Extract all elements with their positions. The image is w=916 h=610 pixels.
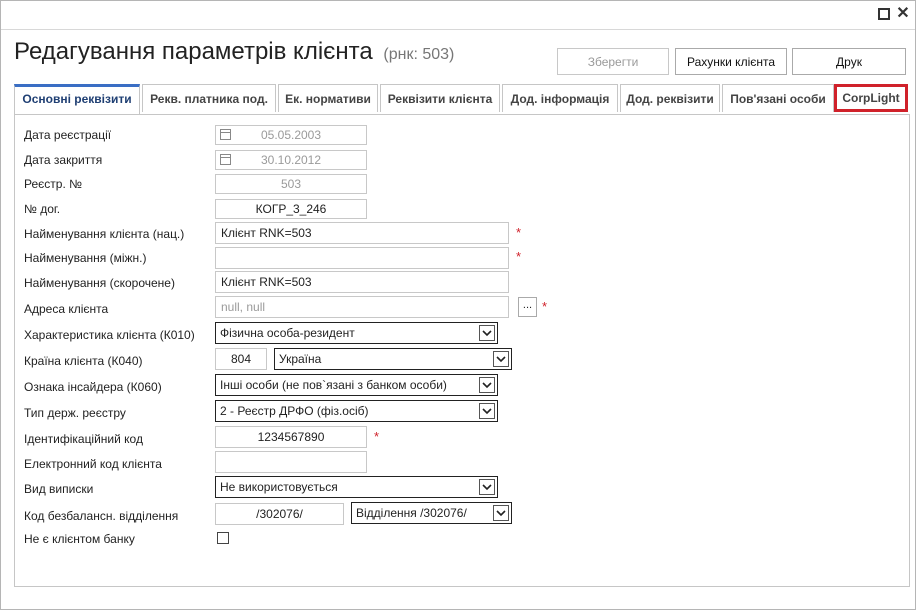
k010-label: Характеристика клієнта (К010) <box>24 328 195 342</box>
tab-corplight[interactable]: CorpLight <box>834 84 908 112</box>
reg-date-value: 05.05.2003 <box>260 128 322 142</box>
close-date-field[interactable]: 30.10.2012 <box>215 150 367 170</box>
calendar-icon[interactable] <box>220 129 231 140</box>
address-label: Адреса клієнта <box>24 302 109 316</box>
not-client-checkbox[interactable] <box>217 532 229 544</box>
k010-value: Фізична особа-резидент <box>220 326 355 340</box>
reg-date-field[interactable]: 05.05.2003 <box>215 125 367 145</box>
chevron-down-icon[interactable] <box>493 351 509 367</box>
chevron-down-icon[interactable] <box>479 377 495 393</box>
chevron-down-icon[interactable] <box>479 403 495 419</box>
page-title-text: Редагування параметрів клієнта <box>14 38 373 65</box>
calendar-icon[interactable] <box>220 154 231 165</box>
required-marker: * <box>516 249 522 264</box>
tab-additional-info[interactable]: Дод. інформація <box>502 84 618 112</box>
branch-label: Код безбалансн. відділення <box>24 509 179 523</box>
required-marker: * <box>542 299 548 314</box>
branch-select[interactable]: Відділення /302076/ <box>351 502 512 524</box>
registry-label: Тип держ. реєстру <box>24 406 126 420</box>
reg-date-label: Дата реєстрації <box>24 128 112 142</box>
k040-select[interactable]: Україна <box>274 348 512 370</box>
statement-select[interactable]: Не використовується <box>215 476 498 498</box>
close-date-label: Дата закриття <box>24 153 103 167</box>
k060-label: Ознака інсайдера (К060) <box>24 380 162 394</box>
page-title: Редагування параметрів клієнта (рнк: 503… <box>14 38 454 66</box>
tab-client-details[interactable]: Реквізити клієнта <box>380 84 500 112</box>
e-code-label: Електронний код клієнта <box>24 457 162 471</box>
name-short-field[interactable]: Клієнт RNK=503 <box>215 271 509 293</box>
tab-economic-norms[interactable]: Ек. нормативи <box>278 84 378 112</box>
title-bar: ✕ <box>1 1 915 30</box>
k040-label: Країна клієнта (К040) <box>24 354 143 368</box>
tab-related-persons[interactable]: Пов'язані особи <box>722 84 834 112</box>
k060-select[interactable]: Інші особи (не пов`язані з банком особи) <box>215 374 498 396</box>
e-code-field[interactable] <box>215 451 367 473</box>
contract-no-label: № дог. <box>24 202 61 216</box>
required-marker: * <box>374 429 380 444</box>
client-accounts-button[interactable]: Рахунки клієнта <box>675 48 787 75</box>
k040-value: Україна <box>279 352 322 366</box>
page-subtitle: (рнк: 503) <box>383 46 455 63</box>
name-int-field[interactable] <box>215 247 509 269</box>
id-code-field[interactable]: 1234567890 <box>215 426 367 448</box>
name-nat-field[interactable]: Клієнт RNK=503 <box>215 222 509 244</box>
required-marker: * <box>516 225 522 240</box>
chevron-down-icon[interactable] <box>493 505 509 521</box>
statement-label: Вид виписки <box>24 482 94 496</box>
close-date-value: 30.10.2012 <box>260 153 322 167</box>
branch-code-field[interactable]: /302076/ <box>215 503 344 525</box>
k060-value: Інші особи (не пов`язані з банком особи) <box>220 378 447 392</box>
save-button[interactable]: Зберегти <box>557 48 669 75</box>
reg-number-label: Реєстр. № <box>24 177 82 191</box>
name-nat-label: Найменування клієнта (нац.) <box>24 227 185 241</box>
tab-additional-details[interactable]: Дод. реквізити <box>620 84 720 112</box>
name-short-label: Найменування (скорочене) <box>24 276 175 290</box>
registry-select[interactable]: 2 - Реєстр ДРФО (фіз.осіб) <box>215 400 498 422</box>
close-icon[interactable]: ✕ <box>896 6 910 22</box>
address-field[interactable]: null, null <box>215 296 509 318</box>
reg-number-field: 503 <box>215 174 367 194</box>
tab-main-details[interactable]: Основні реквізити <box>14 84 140 114</box>
print-button[interactable]: Друк <box>792 48 906 75</box>
not-client-label: Не є клієнтом банку <box>24 532 135 546</box>
id-code-label: Ідентифікаційний код <box>24 432 143 446</box>
registry-value: 2 - Реєстр ДРФО (фіз.осіб) <box>220 404 369 418</box>
name-int-label: Найменування (міжн.) <box>24 251 147 265</box>
k040-code-field[interactable]: 804 <box>215 348 267 370</box>
address-picker-button[interactable]: ... <box>518 297 537 317</box>
contract-no-field[interactable]: КОГР_3_246 <box>215 199 367 219</box>
branch-value: Відділення /302076/ <box>356 506 467 520</box>
maximize-icon[interactable] <box>877 7 891 21</box>
chevron-down-icon[interactable] <box>479 479 495 495</box>
statement-value: Не використовується <box>220 480 338 494</box>
tab-payer-details[interactable]: Рекв. платника под. <box>142 84 276 112</box>
chevron-down-icon[interactable] <box>479 325 495 341</box>
k010-select[interactable]: Фізична особа-резидент <box>215 322 498 344</box>
